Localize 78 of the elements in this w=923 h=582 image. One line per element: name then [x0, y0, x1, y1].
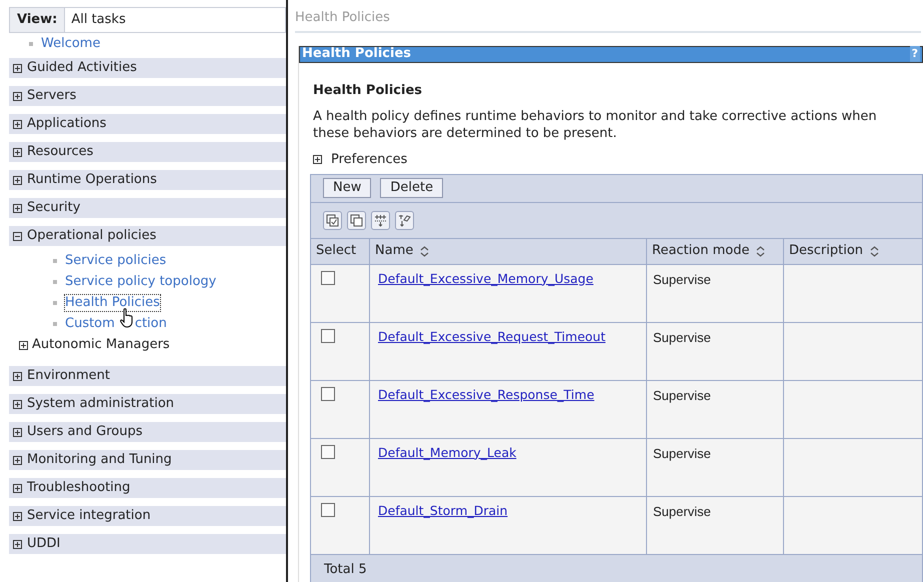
expand-icon[interactable] [13, 400, 22, 408]
bullet-icon [53, 322, 57, 326]
expand-rows-icon[interactable] [371, 210, 390, 230]
expand-icon[interactable] [13, 372, 22, 380]
nav-group-header[interactable]: System administration [9, 394, 286, 414]
nav-subgroup[interactable]: Autonomic Managers [9, 334, 286, 356]
policy-link[interactable]: Default_Memory_Leak [378, 444, 516, 460]
nav-group-header[interactable]: Applications [9, 114, 286, 134]
sort-icon[interactable] [756, 246, 766, 256]
nav-link[interactable]: Service policy topology [65, 274, 216, 290]
row-checkbox[interactable] [321, 386, 335, 400]
bullet-icon [53, 258, 57, 262]
expand-icon[interactable] [13, 120, 22, 128]
nav-link[interactable]: Health Policies [65, 294, 160, 310]
deselect-all-icon[interactable] [347, 210, 366, 230]
nav-group-header[interactable]: Monitoring and Tuning [9, 450, 286, 470]
expand-icon[interactable] [13, 64, 22, 72]
row-checkbox[interactable] [321, 502, 335, 516]
expand-icon[interactable] [13, 148, 22, 156]
nav-group-header[interactable]: Resources [9, 142, 286, 162]
nav-group-header[interactable]: Users and Groups [9, 422, 286, 442]
hand-cursor-icon [118, 308, 135, 328]
select-all-icon[interactable] [323, 210, 342, 230]
policy-link[interactable]: Default_Storm_Drain [378, 502, 508, 518]
nav-group-header[interactable]: Runtime Operations [9, 170, 286, 190]
expand-icon[interactable] [13, 204, 22, 212]
nav-group-header[interactable]: Troubleshooting [9, 478, 286, 498]
nav-group-header[interactable]: Servers [9, 86, 286, 106]
column-header[interactable]: Reaction mode [646, 238, 783, 264]
preferences-toggle[interactable]: Preferences [331, 150, 408, 170]
policy-link[interactable]: Default_Excessive_Request_Timeout [378, 328, 606, 344]
toolbar-button[interactable]: Delete [380, 178, 444, 198]
nav-link[interactable]: Service policies [65, 252, 166, 268]
column-header[interactable]: Select [311, 238, 369, 264]
filter-icon[interactable] [395, 210, 414, 230]
nav-group-header[interactable]: Security [9, 198, 286, 218]
panel-title-bar: Health Policies ? [299, 46, 923, 62]
row-checkbox[interactable] [321, 270, 335, 284]
column-header[interactable]: Description [783, 238, 923, 264]
expand-icon[interactable] [13, 92, 22, 100]
nav-group-header[interactable]: Environment [9, 366, 286, 386]
bullet-icon [53, 300, 57, 304]
expand-icon[interactable] [13, 512, 22, 520]
sort-icon[interactable] [870, 246, 880, 256]
reaction-mode: Supervise [653, 446, 711, 460]
nav-link[interactable]: ction [134, 316, 167, 332]
row-checkbox[interactable] [321, 328, 335, 342]
expand-icon[interactable] [13, 484, 22, 492]
bullet-icon [29, 42, 33, 46]
column-header[interactable]: Name [369, 238, 646, 264]
nav-group-header[interactable]: Service integration [9, 506, 286, 526]
expand-icon[interactable] [13, 176, 22, 184]
toolbar-button[interactable]: New [323, 178, 372, 198]
reaction-mode: Supervise [653, 388, 711, 402]
bullet-icon [53, 280, 57, 284]
expand-icon[interactable] [19, 340, 28, 350]
policy-link[interactable]: Default_Excessive_Response_Time [378, 386, 594, 402]
welcome-link[interactable]: Welcome [41, 34, 100, 54]
expand-icon[interactable] [13, 428, 22, 436]
reaction-mode: Supervise [653, 330, 711, 344]
expand-icon[interactable] [313, 155, 322, 164]
nav-group-header[interactable]: Operational policies [9, 226, 286, 246]
collapse-icon[interactable] [13, 232, 22, 240]
nav-link[interactable]: Custom [65, 316, 115, 332]
page-heading: Health Policies [313, 82, 424, 100]
nav-group-header[interactable]: UDDI [9, 534, 286, 554]
breadcrumb: Health Policies [295, 8, 921, 32]
description: A health policy defines runtime behaviors to monitor and take corrective actions when these behaviors are determined to be present. [313, 108, 878, 142]
reaction-mode: Supervise [653, 504, 711, 518]
expand-icon[interactable] [13, 540, 22, 548]
policy-link[interactable]: Default_Excessive_Memory_Usage [378, 270, 594, 286]
expand-icon[interactable] [13, 456, 22, 464]
nav-group-header[interactable]: Guided Activities [9, 58, 286, 78]
view-label: View: [10, 8, 64, 32]
total-count: Total 5 [324, 560, 367, 579]
row-checkbox[interactable] [321, 444, 335, 458]
reaction-mode: Supervise [653, 272, 711, 286]
sort-icon[interactable] [420, 246, 430, 256]
